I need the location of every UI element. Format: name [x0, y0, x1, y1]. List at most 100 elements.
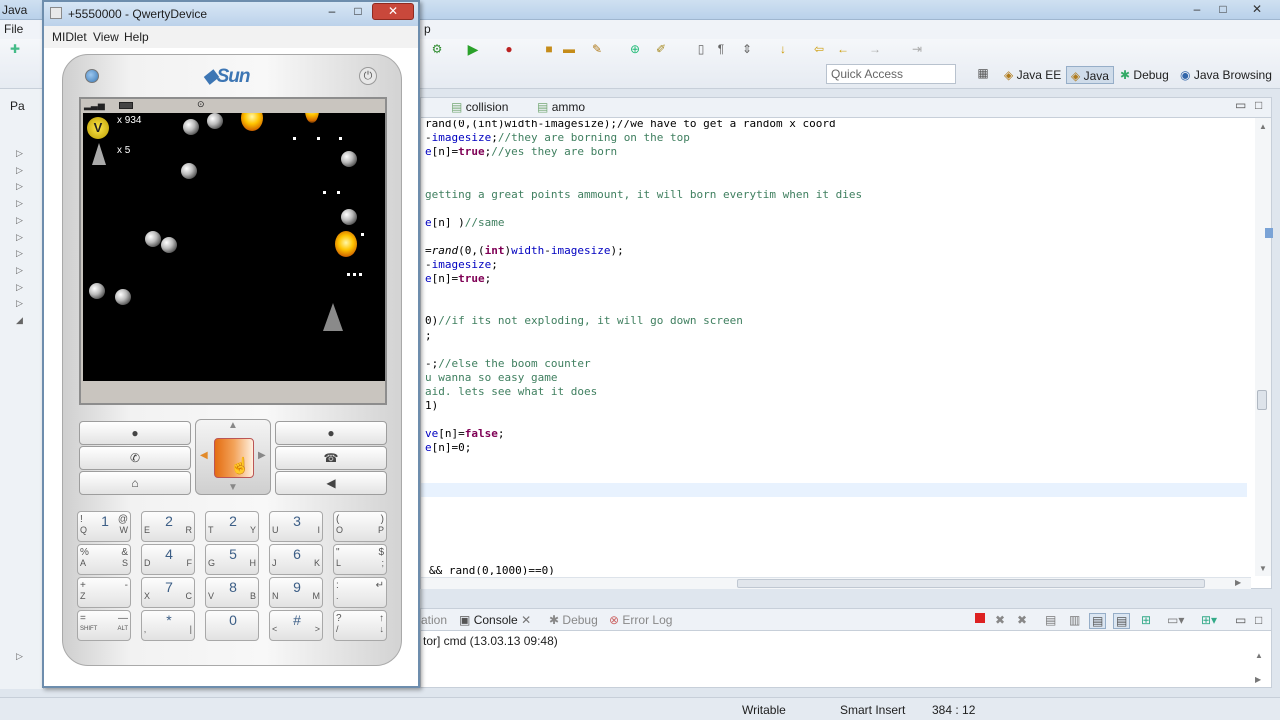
code-area[interactable]: rand(0,(int)width-imagesize);//we have t…	[421, 120, 1251, 575]
tree-expander-bottom[interactable]: ▷	[16, 651, 23, 662]
tab-console[interactable]: ▣ Console ✕	[459, 613, 531, 627]
editor-horizontal-scrollbar[interactable]: ▶	[421, 577, 1251, 589]
close-icon[interactable]: ✕	[1240, 1, 1274, 18]
power-icon[interactable]: ⏻	[359, 67, 377, 85]
editor-vscroll-thumb[interactable]	[1257, 390, 1267, 410]
emulator-title-bar[interactable]: +5550000 - QwertyDevice – □ ✕	[44, 2, 418, 26]
maximize-console-icon[interactable]: □	[1255, 613, 1262, 627]
keypad-key[interactable]: : ↵.	[333, 577, 387, 608]
home-button[interactable]: ⌂	[79, 471, 191, 495]
right-softkey[interactable]: ●	[275, 421, 387, 445]
clear-console-icon[interactable]: ▤	[1045, 613, 1056, 627]
keypad-key[interactable]: * ‚ |	[141, 610, 195, 641]
annotation-icon[interactable]: ⇕	[740, 43, 754, 56]
tab-debug[interactable]: ✱ Debug	[549, 613, 598, 627]
keypad-key[interactable]: = — SHIFT ALT	[77, 610, 131, 641]
editor-vertical-scrollbar[interactable]: ▲ ▼	[1255, 118, 1271, 576]
perspective-debug[interactable]: ✱ Debug	[1120, 66, 1169, 84]
keypad-key[interactable]: % & A S	[77, 544, 131, 575]
pen-icon[interactable]: ✐	[654, 43, 668, 56]
display-console-icon[interactable]: ▭▾	[1167, 613, 1184, 627]
paragraph-icon[interactable]: ¶	[714, 43, 728, 56]
maximize-icon[interactable]: □	[1210, 1, 1236, 18]
minimize-editor-icon[interactable]: ▭	[1235, 98, 1246, 112]
tab-partial[interactable]: ation	[421, 613, 447, 627]
remove-launch-icon[interactable]: ✖	[995, 613, 1005, 627]
keypad-key[interactable]: 2ER	[141, 511, 195, 542]
scroll-lock-icon[interactable]: ▥	[1069, 613, 1080, 627]
nav-down-icon[interactable]: ▼	[228, 482, 238, 493]
console-scroll-up-icon[interactable]: ▲	[1255, 651, 1263, 660]
keypad-key[interactable]: 7XC	[141, 577, 195, 608]
perspective-java-ee[interactable]: ◈ Java EE	[1004, 66, 1061, 84]
keypad-key[interactable]: 0	[205, 610, 259, 641]
toggle-icon[interactable]: ▯	[694, 43, 708, 56]
keypad-key[interactable]: ? ↑ / ↓	[333, 610, 387, 641]
tree-expanders[interactable]: ▷ ▷ ▷ ▷ ▷ ▷ ▷ ▷ ▷ ▷ ◢	[16, 145, 40, 329]
menu-help-fragment[interactable]: p	[424, 22, 431, 36]
emulator-close-icon[interactable]: ✕	[372, 3, 414, 20]
editor-hscroll-thumb[interactable]	[737, 579, 1205, 588]
keypad-key[interactable]: 1! @ Q W	[77, 511, 131, 542]
back-button[interactable]: ◀	[275, 471, 387, 495]
console-scroll-right-icon[interactable]: ▶	[1255, 675, 1261, 684]
keypad-key[interactable]: 4DF	[141, 544, 195, 575]
keypad-key[interactable]: + - Z	[77, 577, 131, 608]
tab-collision[interactable]: ▤ collision	[451, 100, 508, 114]
perspective-java[interactable]: ◈ Java	[1066, 66, 1114, 84]
open-perspective-icon[interactable]: ▦	[976, 67, 990, 80]
scroll-down-icon[interactable]: ▼	[1259, 564, 1267, 573]
terminate-icon[interactable]	[975, 613, 985, 623]
keypad-key[interactable]: # < >	[269, 610, 323, 641]
show-console-icon[interactable]: ▤	[1113, 613, 1131, 629]
remove-all-icon[interactable]: ✖	[1017, 613, 1027, 627]
pin-console-icon[interactable]: ⊞	[1141, 613, 1151, 627]
open-console-icon[interactable]: ⊞▾	[1201, 613, 1217, 627]
menu-midlet[interactable]: MIDlet	[52, 30, 87, 44]
minimize-console-icon[interactable]: ▭	[1235, 613, 1246, 627]
menu-file[interactable]: File	[4, 22, 23, 36]
new-icon[interactable]: ✚	[8, 43, 22, 56]
emulator-maximize-icon[interactable]: □	[346, 4, 370, 20]
keypad-key[interactable]: () O P	[333, 511, 387, 542]
perspective-java-browsing[interactable]: ◉ Java Browsing	[1180, 66, 1272, 84]
settings-icon[interactable]: ⚙	[430, 43, 444, 56]
back-arrow-icon[interactable]: ←	[836, 43, 850, 56]
keypad-key[interactable]: 5GH	[205, 544, 259, 575]
pin-icon[interactable]: ⇥	[910, 43, 924, 56]
game-canvas[interactable]: V x 934 x 5	[83, 113, 385, 381]
left-softkey[interactable]: ●	[79, 421, 191, 445]
scroll-up-icon[interactable]: ▲	[1259, 122, 1267, 131]
nav-right-icon[interactable]: ▶	[258, 450, 266, 461]
tab-error-log[interactable]: ⊗ Error Log	[609, 613, 672, 627]
keypad-key[interactable]: 6JK	[269, 544, 323, 575]
forward-arrow-icon[interactable]: →	[868, 43, 882, 56]
call-button[interactable]: ✆	[79, 446, 191, 470]
tab-ammo[interactable]: ▤ ammo	[537, 100, 585, 114]
scroll-right-icon[interactable]: ▶	[1235, 578, 1241, 587]
open-folder-icon[interactable]: ▬	[562, 43, 576, 56]
new-package-icon[interactable]: ■	[542, 43, 556, 56]
close-console-tab-icon[interactable]: ✕	[521, 613, 531, 627]
next-annotation-icon[interactable]: ↓	[776, 43, 790, 56]
new-class-icon[interactable]: ✎	[590, 43, 604, 56]
keypad-key[interactable]: " $ L;	[333, 544, 387, 575]
search-icon[interactable]: ⊕	[628, 43, 642, 56]
keypad-key[interactable]: 8VB	[205, 577, 259, 608]
nav-left-icon[interactable]: ◀	[200, 450, 208, 461]
back-icon[interactable]: ⇦	[812, 43, 826, 56]
nav-up-icon[interactable]: ▲	[228, 420, 238, 431]
run-icon[interactable]: ▶	[466, 42, 480, 56]
menu-view[interactable]: View	[93, 30, 119, 44]
keypad-key[interactable]: 9NM	[269, 577, 323, 608]
end-call-button[interactable]: ☎	[275, 446, 387, 470]
word-wrap-icon[interactable]: ▤	[1089, 613, 1107, 629]
keypad-key[interactable]: 2TY	[205, 511, 259, 542]
overview-ruler-marker[interactable]	[1265, 228, 1273, 238]
navigation-pad[interactable]: ▲ ▼ ◀ ▶ ☝	[195, 419, 271, 495]
quick-access-input[interactable]: Quick Access	[826, 64, 956, 84]
external-tools-icon[interactable]: ●	[502, 43, 516, 56]
emulator-minimize-icon[interactable]: –	[320, 4, 344, 20]
maximize-editor-icon[interactable]: □	[1255, 98, 1262, 112]
minimize-icon[interactable]: –	[1184, 1, 1210, 18]
